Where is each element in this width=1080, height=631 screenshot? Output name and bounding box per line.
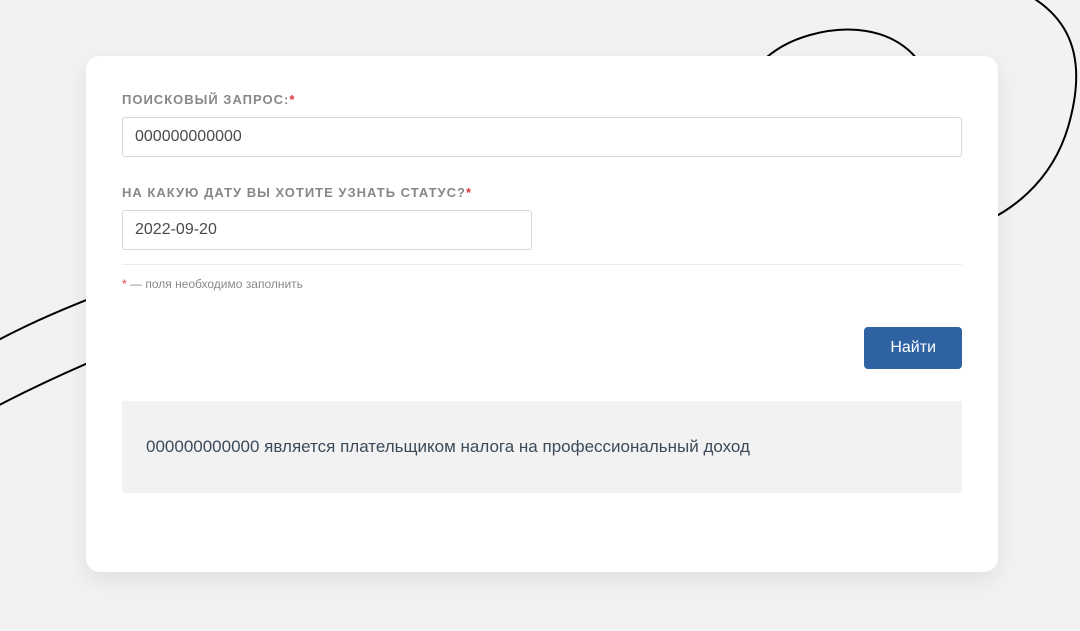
search-query-label: ПОИСКОВЫЙ ЗАПРОС:* xyxy=(122,92,962,107)
hint-text: — поля необходимо заполнить xyxy=(127,277,303,291)
required-mark: * xyxy=(289,92,295,107)
search-button[interactable]: Найти xyxy=(864,327,962,369)
label-text: ПОИСКОВЫЙ ЗАПРОС: xyxy=(122,92,289,107)
required-mark: * xyxy=(466,185,472,200)
status-date-label: НА КАКУЮ ДАТУ ВЫ ХОТИТЕ УЗНАТЬ СТАТУС?* xyxy=(122,185,962,200)
required-hint: * — поля необходимо заполнить xyxy=(122,277,962,291)
divider xyxy=(122,264,962,265)
search-query-field: ПОИСКОВЫЙ ЗАПРОС:* xyxy=(122,92,962,157)
form-actions: Найти xyxy=(122,327,962,369)
status-date-field: НА КАКУЮ ДАТУ ВЫ ХОТИТЕ УЗНАТЬ СТАТУС?* xyxy=(122,185,962,250)
result-message: 000000000000 является плательщиком налог… xyxy=(122,401,962,493)
search-form-card: ПОИСКОВЫЙ ЗАПРОС:* НА КАКУЮ ДАТУ ВЫ ХОТИ… xyxy=(86,56,998,572)
label-text: НА КАКУЮ ДАТУ ВЫ ХОТИТЕ УЗНАТЬ СТАТУС? xyxy=(122,185,466,200)
search-query-input[interactable] xyxy=(122,117,962,157)
status-date-input[interactable] xyxy=(122,210,532,250)
